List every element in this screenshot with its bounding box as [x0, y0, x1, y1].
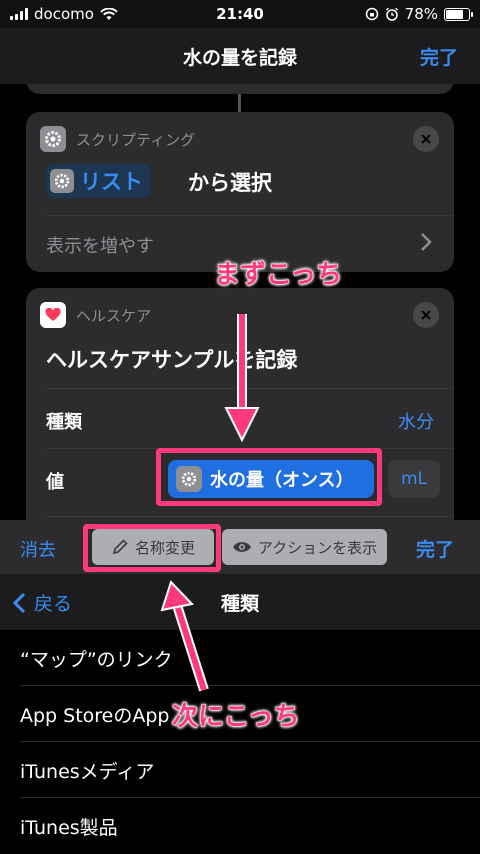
- type-label: 種類: [46, 412, 82, 433]
- settings-gear-icon: [40, 126, 66, 152]
- settings-gear-icon: [50, 169, 74, 193]
- alarm-icon: [385, 7, 398, 21]
- unit-button[interactable]: mL: [388, 460, 440, 498]
- list-item[interactable]: iTunes製品: [0, 798, 480, 854]
- shortcut-editor[interactable]: スクリプティング リスト から選択 表示を増やす ヘルスケア ヘルスケアサンプル…: [0, 84, 480, 520]
- toolbar-done-button[interactable]: 完了: [416, 535, 454, 562]
- done-button[interactable]: 完了: [420, 43, 458, 70]
- type-picker-list[interactable]: “マップ”のリンク App StoreのApp iTunesメディア iTune…: [0, 630, 480, 854]
- list-token-label: リスト: [80, 170, 143, 194]
- list-item-label: App StoreのApp: [20, 705, 170, 727]
- nav-bar: 水の量を記録 完了: [0, 28, 480, 84]
- picker-title: 種類: [220, 593, 259, 615]
- health-app-label: ヘルスケア: [76, 307, 152, 325]
- battery-icon: [444, 7, 473, 21]
- picker-header: 戻る 種類: [0, 574, 480, 630]
- divider: [46, 516, 454, 517]
- annotation-second: 次にこっち: [172, 702, 301, 733]
- list-item[interactable]: iTunesメディア: [0, 742, 480, 798]
- page-title: 水の量を記録: [182, 47, 297, 69]
- show-action-label: アクションを表示: [257, 538, 378, 557]
- clear-button[interactable]: 消去: [20, 536, 56, 562]
- arrow-up-icon: [160, 580, 209, 692]
- scripting-app-label: スクリプティング: [76, 131, 196, 149]
- rotation-lock-icon: [365, 7, 378, 21]
- keyboard-toolbar: 消去 名称変更 アクションを表示 完了: [0, 520, 480, 574]
- show-action-button[interactable]: アクションを表示: [222, 529, 387, 565]
- health-heart-icon: [40, 302, 66, 328]
- choose-from-label: から選択: [188, 171, 272, 195]
- arrow-down-icon: [224, 314, 260, 443]
- choose-from-list-action[interactable]: スクリプティング リスト から選択 表示を増やす: [26, 112, 454, 272]
- chevron-right-icon: [421, 233, 432, 251]
- close-icon[interactable]: [413, 302, 439, 328]
- close-icon[interactable]: [413, 126, 439, 152]
- divider: [46, 215, 454, 216]
- previous-action-card: [26, 84, 454, 94]
- status-right: 78%: [365, 5, 473, 23]
- type-value[interactable]: 水分: [398, 408, 434, 434]
- value-label: 値: [46, 472, 64, 493]
- list-item-label: “マップ”のリンク: [20, 649, 173, 671]
- list-item-label: iTunes製品: [20, 817, 118, 839]
- highlight-box-first: [156, 448, 382, 506]
- status-bar: docomo 21:40 78%: [0, 0, 480, 28]
- battery-percent: 78%: [404, 5, 438, 23]
- show-more-button[interactable]: 表示を増やす: [46, 232, 154, 258]
- highlight-box-second: [83, 524, 221, 572]
- eye-icon: [232, 542, 251, 552]
- action-connector: [238, 94, 241, 112]
- list-item-label: iTunesメディア: [20, 761, 155, 783]
- annotation-first: まずこっち: [213, 260, 343, 291]
- list-item[interactable]: “マップ”のリンク: [0, 630, 480, 686]
- list-variable-token[interactable]: リスト: [46, 164, 151, 198]
